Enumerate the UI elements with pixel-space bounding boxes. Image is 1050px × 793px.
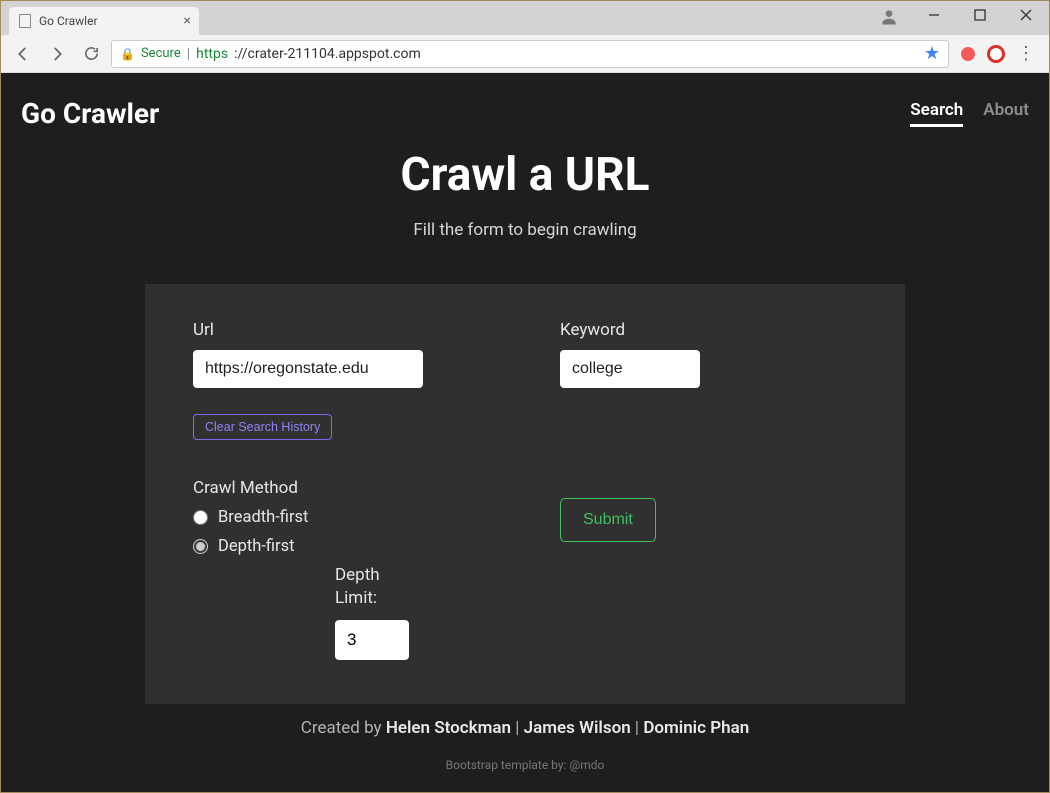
depth-limit-label: Depth Limit: [335,564,490,610]
file-icon [19,14,31,28]
author-3: Dominic Phan [643,718,749,738]
opera-extension-icon[interactable] [987,45,1005,63]
url-rest: ://crater-211104.appspot.com [234,46,421,62]
site-header: Go Crawler Search About [1,73,1049,140]
window-title-bar: Go Crawler × [1,1,1049,35]
clear-history-button[interactable]: Clear Search History [193,414,332,440]
url-separator: | [187,46,190,62]
keyword-label: Keyword [560,320,857,340]
nav-about-link[interactable]: About [983,100,1029,127]
submit-button[interactable]: Submit [560,498,656,542]
form-right-column: Keyword Submit [560,320,857,660]
secure-label: Secure [141,46,181,61]
nav-search-link[interactable]: Search [910,100,963,127]
footer-template-credit: Bootstrap template by: @mdo [1,758,1049,772]
menu-icon[interactable]: ⋮ [1017,43,1035,64]
maximize-button[interactable] [957,1,1003,29]
depth-limit-block: Depth Limit: [335,564,490,660]
page-content: Go Crawler Search About Crawl a URL Fill… [1,73,1049,792]
browser-window: Go Crawler × 🔒 [0,0,1050,793]
browser-toolbar: 🔒 Secure | https ://crater-211104.appspot… [1,35,1049,73]
depth-first-option[interactable]: Depth-first [193,537,490,556]
nav-links: Search About [910,100,1029,127]
browser-tab[interactable]: Go Crawler × [9,7,199,35]
url-label: Url [193,320,490,340]
depth-first-radio[interactable] [193,539,208,554]
profile-icon[interactable] [879,7,899,27]
crawl-method-block: Crawl Method Breadth-first Depth-first D… [193,478,490,660]
close-tab-icon[interactable]: × [184,13,191,29]
brand-title: Go Crawler [21,97,159,130]
toolbar-right-icons: ⋮ [955,43,1041,64]
breadth-first-label: Breadth-first [218,508,308,527]
address-bar[interactable]: 🔒 Secure | https ://crater-211104.appspot… [111,40,949,68]
forward-button[interactable] [43,40,71,68]
page-subtitle: Fill the form to begin crawling [1,220,1049,240]
back-button[interactable] [9,40,37,68]
extension-icon[interactable] [961,47,975,61]
author-2: James Wilson [524,718,631,738]
footer-credits: Created by Helen Stockman | James Wilson… [1,718,1049,738]
bookmark-star-icon[interactable]: ★ [924,43,940,64]
url-input[interactable] [193,350,423,388]
breadth-first-option[interactable]: Breadth-first [193,508,490,527]
depth-input[interactable] [335,620,409,660]
page-title: Crawl a URL [1,148,1049,202]
hero-section: Crawl a URL Fill the form to begin crawl… [1,148,1049,240]
tab-title: Go Crawler [39,14,98,28]
minimize-button[interactable] [911,1,957,29]
form-card: Url Clear Search History Crawl Method Br… [145,284,905,704]
form-left-column: Url Clear Search History Crawl Method Br… [193,320,490,660]
depth-first-label: Depth-first [218,537,295,556]
lock-icon: 🔒 [120,47,135,61]
close-window-button[interactable] [1003,1,1049,29]
method-label: Crawl Method [193,478,490,498]
url-protocol: https [196,46,228,62]
author-1: Helen Stockman [386,718,511,738]
window-controls [911,1,1049,29]
keyword-input[interactable] [560,350,700,388]
reload-button[interactable] [77,40,105,68]
breadth-first-radio[interactable] [193,510,208,525]
